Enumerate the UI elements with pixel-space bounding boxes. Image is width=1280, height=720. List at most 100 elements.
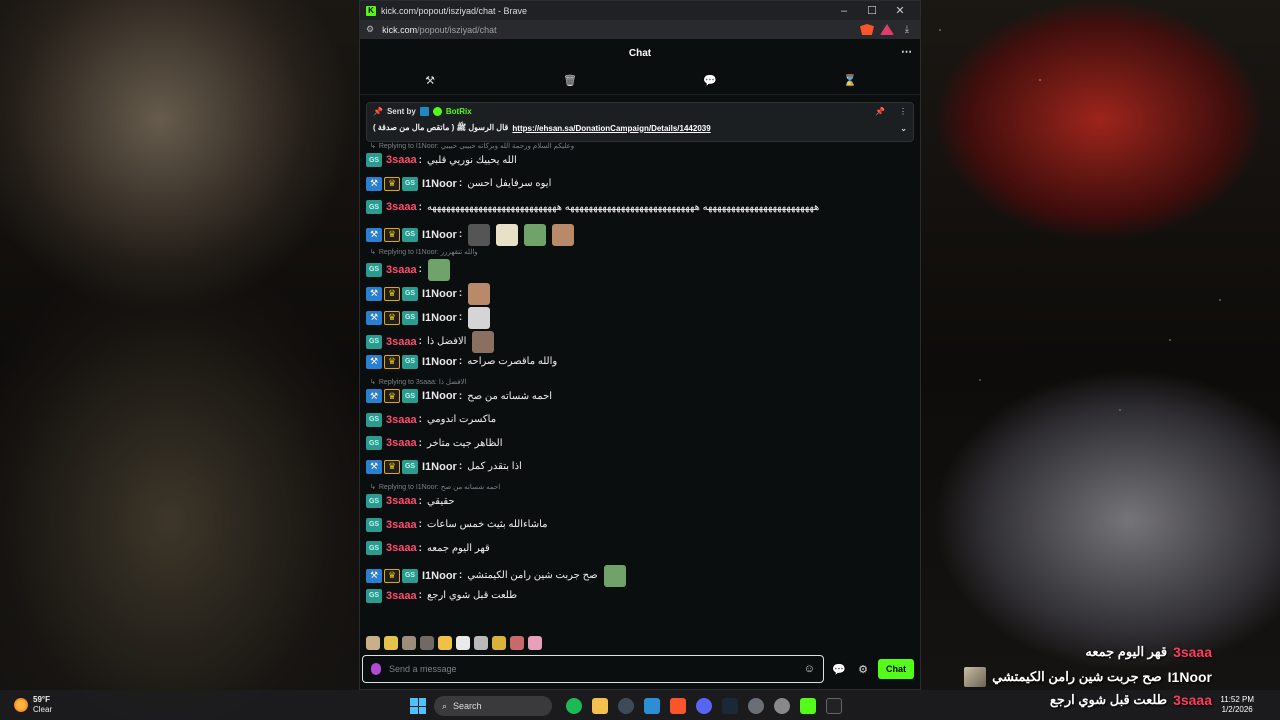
chat-input-box[interactable]: ☺ [362, 655, 824, 683]
emote-image[interactable] [427, 258, 450, 281]
chevron-down-icon[interactable]: ⌄ [900, 124, 907, 133]
download-icon[interactable]: ⤓ [900, 24, 914, 35]
chat-username[interactable]: 3saaa [386, 542, 417, 554]
chat-username[interactable]: 3saaa [386, 154, 417, 166]
emote-icon[interactable] [492, 636, 506, 650]
site-settings-icon[interactable]: ⚙ [366, 24, 374, 35]
settings-gear-icon[interactable] [748, 698, 764, 714]
emote-icon[interactable] [420, 636, 434, 650]
emote-image[interactable] [472, 330, 495, 353]
emote-icon[interactable] [456, 636, 470, 650]
more-options-icon[interactable]: ⋯ [901, 45, 912, 58]
chat-username[interactable]: I1Noor [422, 461, 457, 473]
emote-icon[interactable] [474, 636, 488, 650]
brave-rewards-icon[interactable] [880, 24, 894, 35]
system-clock[interactable]: 11:52 PM 1/2/2026 [1220, 695, 1254, 715]
emote-image[interactable] [524, 223, 547, 246]
steam-icon[interactable] [722, 698, 738, 714]
chat-message[interactable]: ⚒ ♛ GS I1Noor: [366, 223, 575, 246]
emote-image[interactable] [468, 223, 491, 246]
close-button[interactable]: ✕ [886, 4, 914, 17]
chat-username[interactable]: I1Noor [422, 356, 457, 368]
chat-message[interactable]: ⚒ ♛ GS I1Noor: [366, 306, 491, 329]
chat-message[interactable]: GS 3saaa: [366, 258, 450, 281]
chat-message[interactable]: ⚒ ♛ GS I1Noor: اذا بتقدر كمل [366, 459, 522, 474]
emote-icon[interactable] [438, 636, 452, 650]
hourglass-icon[interactable]: ⌛ [830, 74, 870, 87]
emoji-picker-icon[interactable]: ☺ [804, 663, 815, 675]
reply-context[interactable]: ↳ Replying to I1Noor: وعليكم السلام ورحمة… [370, 142, 574, 150]
chat-message[interactable]: GS 3saaa: الظاهر جيت متاخر [366, 436, 503, 450]
chat-username[interactable]: I1Noor [422, 229, 457, 241]
discord-icon[interactable] [696, 698, 712, 714]
reply-context[interactable]: ↳ Replying to 3saaa: الافضل ذا [370, 378, 466, 386]
photos-icon[interactable] [644, 698, 660, 714]
chat-message[interactable]: GS 3saaa: ماكسرت اندومي [366, 412, 496, 427]
emote-icon[interactable] [402, 636, 416, 650]
minimize-button[interactable]: – [830, 5, 858, 17]
chat-message-input[interactable] [389, 664, 796, 674]
emote-icon[interactable] [510, 636, 524, 650]
chat-username[interactable]: I1Noor [422, 312, 457, 324]
chat-message[interactable]: GS 3saaa: طلعت قبل شوي ارجع [366, 588, 517, 603]
chat-message[interactable]: ⚒ ♛ GS I1Noor: احمه شساته من صح [366, 389, 552, 403]
emote-image[interactable] [468, 282, 491, 305]
chat-username[interactable]: 3saaa [386, 414, 417, 426]
chat-message[interactable]: GS 3saaa: حقيقي [366, 494, 455, 508]
chat-username[interactable]: I1Noor [422, 390, 457, 402]
chat-username[interactable]: I1Noor [422, 178, 457, 190]
chat-message[interactable]: GS 3saaa: الافضل ذا [366, 330, 495, 353]
chrome-icon[interactable] [774, 698, 790, 714]
chat-username[interactable]: 3saaa [386, 590, 417, 602]
emote-icon[interactable] [384, 636, 398, 650]
chat-username[interactable]: 3saaa [386, 495, 417, 507]
chat-message[interactable]: ⚒ ♛ GS I1Noor: صح جربت شين رامن الكيمتشي [366, 564, 626, 587]
obs-icon[interactable] [826, 698, 842, 714]
brave-shields-icon[interactable] [860, 24, 874, 35]
chat-username[interactable]: I1Noor [422, 570, 457, 582]
reply-context[interactable]: ↳ Replying to I1Noor: احمه شساته من صح [370, 483, 500, 491]
windows-start-icon[interactable] [410, 698, 426, 714]
brave-browser-icon[interactable] [670, 698, 686, 714]
spotify-icon[interactable] [566, 698, 582, 714]
url-text[interactable]: kick.com/popout/isziyad/chat [382, 25, 854, 35]
speedometer-icon[interactable] [618, 698, 634, 714]
file-explorer-icon[interactable] [592, 698, 608, 714]
pinned-link[interactable]: https://ehsan.sa/DonationCampaign/Detail… [512, 124, 710, 133]
chat-bubble-icon[interactable]: 💬 [830, 663, 848, 676]
emote-image[interactable] [552, 223, 575, 246]
chat-message[interactable]: ⚒ ♛ GS I1Noor: [366, 282, 491, 305]
reply-context[interactable]: ↳ Replying to I1Noor: والله تتقهررر [370, 248, 478, 256]
weather-widget[interactable]: 59°F Clear [14, 695, 52, 715]
pinned-sender[interactable]: BotRix [446, 107, 472, 116]
chat-message[interactable]: GS 3saaa: الله يحييك نوريي قلبي [366, 153, 517, 167]
chat-messages[interactable]: ↳ Replying to I1Noor: وعليكم السلام ورحمة… [366, 140, 914, 655]
chat-username[interactable]: 3saaa [386, 519, 417, 531]
chat-username[interactable]: 3saaa [386, 437, 417, 449]
microphone-icon[interactable] [371, 663, 381, 675]
emote-image[interactable] [603, 564, 626, 587]
emote-image[interactable] [468, 306, 491, 329]
chat-bubble-icon[interactable]: 💬 [690, 74, 730, 87]
hammer-icon[interactable]: ⚒ [410, 74, 450, 87]
chat-message[interactable]: GS 3saaa: ههههههههههههههههههههههههه هههههه… [366, 200, 819, 214]
unpin-icon[interactable]: 📌 [875, 107, 885, 116]
emote-icon[interactable] [528, 636, 542, 650]
send-chat-button[interactable]: Chat [878, 659, 914, 679]
taskbar-search[interactable]: ⌕ Search [434, 696, 552, 716]
chat-message[interactable]: GS 3saaa: قهر اليوم جمعه [366, 541, 490, 555]
kick-app-icon[interactable] [800, 698, 816, 714]
emote-image[interactable] [496, 223, 519, 246]
chat-username[interactable]: I1Noor [422, 288, 457, 300]
chat-message[interactable]: ⚒ ♛ GS I1Noor: ايوه سرفايفل احسن [366, 176, 551, 191]
gear-icon[interactable]: ⚙ [854, 663, 872, 676]
emote-icon[interactable] [366, 636, 380, 650]
chat-username[interactable]: 3saaa [386, 336, 417, 348]
maximize-button[interactable]: ☐ [858, 4, 886, 17]
chat-username[interactable]: 3saaa [386, 264, 417, 276]
pinned-menu-icon[interactable]: ⋮ [899, 107, 907, 116]
address-bar[interactable]: ⚙ kick.com/popout/isziyad/chat ⤓ [360, 20, 920, 39]
chat-message[interactable]: GS 3saaa: ماشاءالله بثيث خمس ساعات [366, 517, 548, 532]
chat-username[interactable]: 3saaa [386, 201, 417, 213]
chat-message[interactable]: ⚒ ♛ GS I1Noor: والله ماقصرت صراحه [366, 354, 557, 369]
